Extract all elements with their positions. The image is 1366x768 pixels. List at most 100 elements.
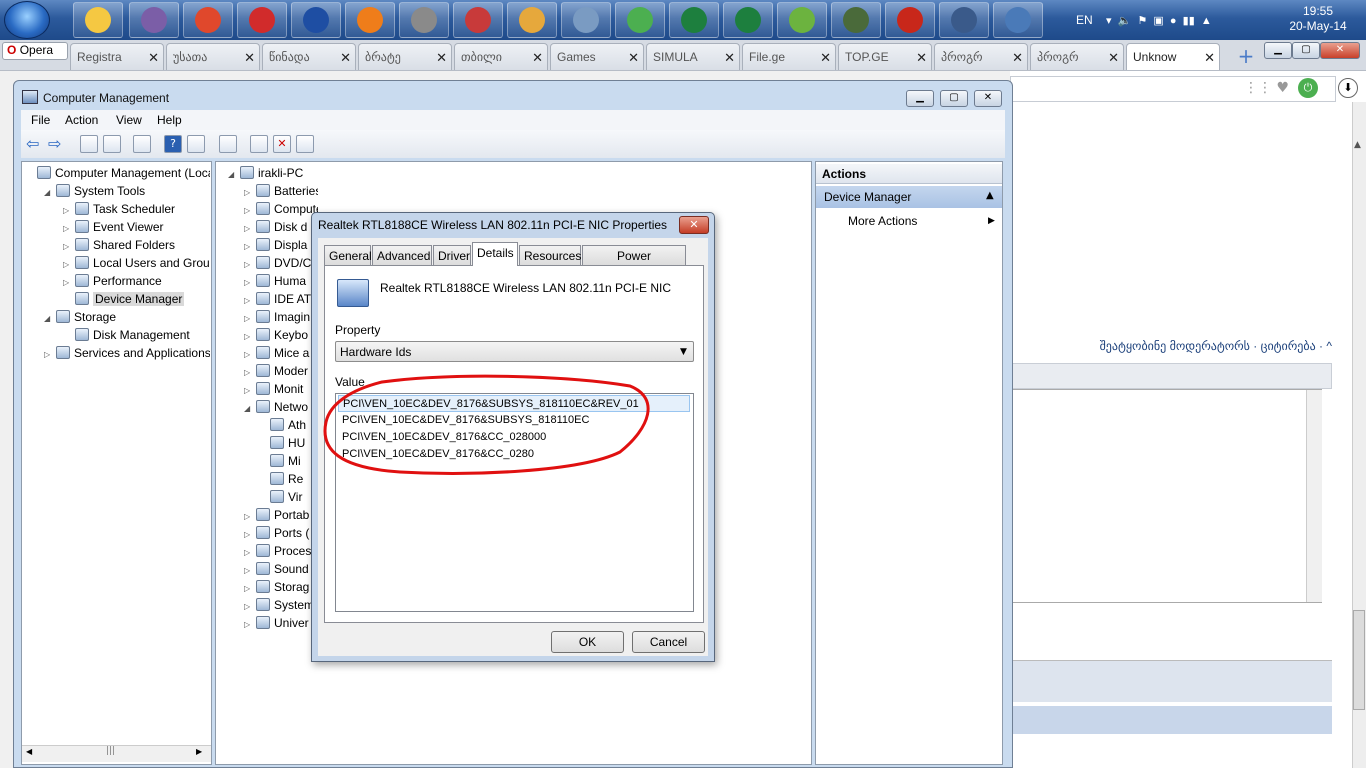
taskbar-app-11[interactable] [669, 2, 719, 38]
nav-tree-item[interactable]: Device Manager [25, 290, 210, 308]
up-folder-icon[interactable] [80, 135, 98, 153]
tab-power-management[interactable]: Power Management [582, 245, 686, 277]
more-actions[interactable]: More Actions [848, 214, 917, 228]
expand-arrow-icon[interactable]: ◢ [44, 310, 56, 328]
taskbar-app-15[interactable] [885, 2, 935, 38]
device-tree-item[interactable]: ▷ Univer [228, 614, 318, 632]
close-tab-icon[interactable]: ✕ [532, 50, 543, 66]
nav-tree-item[interactable]: ▷ Performance [25, 272, 210, 290]
menu-action[interactable]: Action [65, 113, 98, 127]
browser-tab[interactable]: Registra ✕ [70, 43, 164, 70]
taskbar-app-10[interactable] [615, 2, 665, 38]
actions-section-device-manager[interactable]: Device Manager [816, 186, 1002, 208]
device-tree-item[interactable]: Mi [228, 452, 318, 470]
menu-view[interactable]: View [116, 113, 142, 127]
browser-tab[interactable]: პროგრ ✕ [934, 43, 1028, 70]
nav-tree-item[interactable]: ▷ Shared Folders [25, 236, 210, 254]
maximize-button[interactable]: ▢ [940, 90, 968, 107]
device-tree-item[interactable]: ▷Computer [228, 200, 318, 218]
speed-dial-icon[interactable]: ⋮⋮ ♥ [1244, 80, 1289, 96]
cancel-button[interactable]: Cancel [632, 631, 705, 653]
textarea-scrollbar[interactable] [1306, 390, 1322, 602]
device-tree-item[interactable]: ▷ Ports ( [228, 524, 318, 542]
expand-arrow-icon[interactable]: ◢ [244, 400, 256, 418]
taskbar-app-7[interactable] [453, 2, 503, 38]
device-tree-item[interactable]: ▷ Moder [228, 362, 318, 380]
action-pane-icon[interactable] [187, 135, 205, 153]
new-tab-button[interactable]: + [1234, 44, 1258, 68]
close-tab-icon[interactable]: ✕ [436, 50, 447, 66]
scroll-right-icon[interactable]: ▶ [196, 747, 202, 756]
device-tree-item[interactable]: ▷ Monit [228, 380, 318, 398]
download-icon[interactable]: ⬇ [1338, 78, 1358, 98]
page-scroll-thumb[interactable] [1353, 610, 1365, 710]
show-hide-tree-icon[interactable] [103, 135, 121, 153]
browser-tab[interactable]: უსათა ✕ [166, 43, 260, 70]
taskbar-app-2[interactable] [183, 2, 233, 38]
nav-tree-item[interactable]: ▷ Local Users and Groups [25, 254, 210, 272]
close-tab-icon[interactable]: ✕ [1108, 50, 1119, 66]
browser-tab[interactable]: წინადა ✕ [262, 43, 356, 70]
device-tree-item[interactable]: ▷ Mice a [228, 344, 318, 362]
taskbar-app-0[interactable] [73, 2, 123, 38]
device-tree-item[interactable]: ▷ Huma [228, 272, 318, 290]
browser-tab[interactable]: SIMULA ✕ [646, 43, 740, 70]
taskbar-app-14[interactable] [831, 2, 881, 38]
opera-close-button[interactable]: ✕ [1320, 42, 1360, 59]
close-tab-icon[interactable]: ✕ [916, 50, 927, 66]
nav-tree-item[interactable]: ▷ Task Scheduler [25, 200, 210, 218]
device-tree-item[interactable]: ▷ Sound [228, 560, 318, 578]
scroll-left-icon[interactable]: ◀ [26, 747, 32, 756]
ok-button[interactable]: OK [551, 631, 624, 653]
start-button[interactable] [4, 1, 50, 39]
device-tree-item[interactable]: ▷ Imagin [228, 308, 318, 326]
nav-tree-item[interactable]: Disk Management [25, 326, 210, 344]
menu-help[interactable]: Help [157, 113, 182, 127]
tray-icons[interactable]: ▾ 🔈 ⚑ ▣ ● ▮▮ ▲ [1106, 0, 1212, 40]
browser-tab[interactable]: Unknow ✕ [1126, 43, 1220, 70]
properties-icon[interactable] [133, 135, 151, 153]
browser-tab[interactable]: File.ge ✕ [742, 43, 836, 70]
nav-tree-item[interactable]: ▷ Services and Applications [25, 344, 210, 362]
forward-icon[interactable]: ⇨ [48, 136, 61, 152]
device-tree-item[interactable]: ◢ Netwo [228, 398, 318, 416]
chevron-down-icon[interactable]: ▼ [680, 347, 687, 357]
tree-hscrollbar[interactable] [22, 745, 211, 762]
close-tab-icon[interactable]: ✕ [724, 50, 735, 66]
expand-arrow-icon[interactable]: ◢ [44, 184, 56, 202]
device-tree-item[interactable]: ▷ Displa [228, 236, 318, 254]
opera-menu-button[interactable]: O Opera [2, 42, 68, 60]
tab-resources[interactable]: Resources [519, 245, 581, 265]
enable-device-icon[interactable] [296, 135, 314, 153]
browser-tab[interactable]: თბილი ✕ [454, 43, 548, 70]
tab-general[interactable]: General [324, 245, 372, 265]
taskbar-app-12[interactable] [723, 2, 773, 38]
device-tree-item[interactable]: HU [228, 434, 318, 452]
device-tree-item[interactable]: Ath [228, 416, 318, 434]
device-tree-item[interactable]: Re [228, 470, 318, 488]
device-tree-item[interactable]: ▷ Proces [228, 542, 318, 560]
help-icon[interactable]: ? [164, 135, 182, 153]
device-tree-item[interactable]: ▷ Batteries [228, 182, 318, 200]
update-driver-icon[interactable] [250, 135, 268, 153]
device-tree-item[interactable]: ▷ Disk d [228, 218, 318, 236]
device-tree-item[interactable]: ▷ Storag [228, 578, 318, 596]
nav-tree-item[interactable]: ◢ System Tools [25, 182, 210, 200]
device-tree-item[interactable]: ▷ Keybo [228, 326, 318, 344]
device-tree-item[interactable]: ◢ irakli-PC [228, 164, 318, 182]
browser-tab[interactable]: პროგრ ✕ [1030, 43, 1124, 70]
taskbar-app-6[interactable] [399, 2, 449, 38]
tab-advanced[interactable]: Advanced [372, 245, 432, 265]
opera-maximize-button[interactable]: ▢ [1292, 42, 1320, 59]
close-tab-icon[interactable]: ✕ [340, 50, 351, 66]
taskbar-app-5[interactable] [345, 2, 395, 38]
opera-minimize-button[interactable]: ▁ [1264, 42, 1292, 59]
scan-hardware-icon[interactable] [219, 135, 237, 153]
device-tree-item[interactable]: ▷ Portab [228, 506, 318, 524]
property-select[interactable]: Hardware Ids [335, 341, 694, 362]
taskbar-app-1[interactable] [129, 2, 179, 38]
language-indicator[interactable]: EN [1076, 0, 1093, 40]
expand-arrow-icon[interactable]: ▷ [244, 616, 256, 632]
close-tab-icon[interactable]: ✕ [628, 50, 639, 66]
close-button[interactable]: ✕ [974, 90, 1002, 107]
